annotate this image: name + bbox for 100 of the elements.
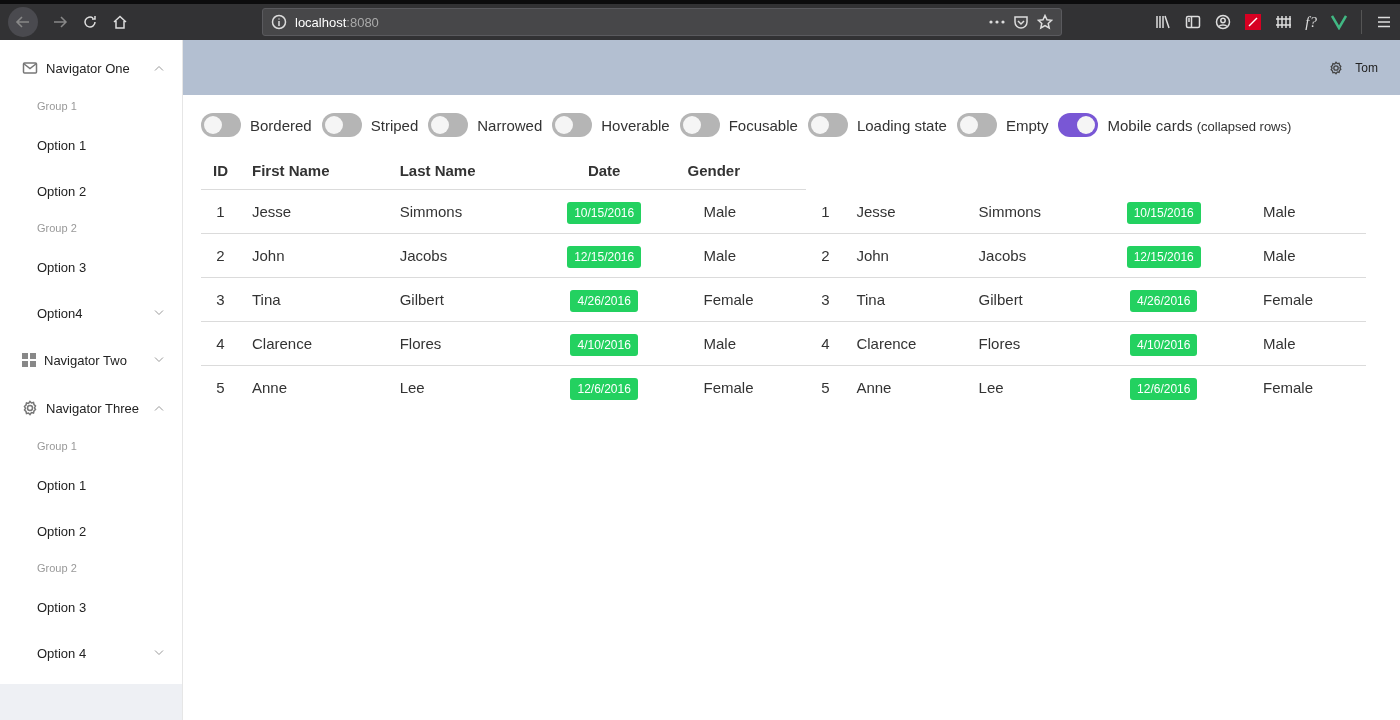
- toggle-label: Empty: [1005, 116, 1049, 134]
- menu-option[interactable]: Option4: [0, 290, 182, 336]
- table-cell: Jacobs: [978, 247, 1027, 264]
- toggle-switch[interactable]: [428, 113, 469, 137]
- table-cell: Jacobs: [399, 247, 448, 264]
- toggle-switch[interactable]: [956, 113, 997, 137]
- forward-arrow-icon[interactable]: [52, 14, 68, 30]
- table-cell: 5: [216, 379, 225, 396]
- toggle-switch[interactable]: [679, 113, 720, 137]
- menu-option[interactable]: Option 3: [0, 584, 182, 630]
- toggle-switch[interactable]: [201, 113, 241, 137]
- menu-option[interactable]: Option 1: [0, 462, 182, 508]
- table-cell: Tina: [856, 291, 886, 308]
- group-label: Group 2: [37, 562, 77, 574]
- info-icon[interactable]: [271, 14, 287, 30]
- account-icon[interactable]: [1215, 14, 1232, 30]
- table-cell: 3: [821, 291, 830, 308]
- table-cell: 5: [821, 379, 830, 396]
- table-cell: 1: [821, 202, 830, 220]
- column-header: ID: [213, 161, 228, 179]
- navigator-item[interactable]: Navigator One: [0, 44, 182, 92]
- table-cell: Anne: [856, 379, 892, 396]
- chevron-logo-icon[interactable]: [1331, 14, 1347, 30]
- home-icon[interactable]: [112, 14, 128, 30]
- table-cell: Flores: [978, 335, 1021, 352]
- star-icon[interactable]: [1037, 14, 1053, 30]
- navigator-item[interactable]: Navigator Three: [0, 384, 182, 432]
- table-cell: Male: [1263, 247, 1296, 264]
- reload-icon[interactable]: [82, 14, 98, 30]
- table-cell: Simmons: [399, 203, 463, 220]
- wand-icon[interactable]: [1245, 14, 1262, 30]
- table-cell: Jesse: [252, 203, 292, 220]
- table-cell: Tina: [252, 291, 281, 308]
- table-cell: Male: [1263, 335, 1296, 352]
- menu-option[interactable]: Option 1: [0, 122, 182, 168]
- date-tag: 10/15/2016: [567, 202, 642, 224]
- date-tag: 12/15/2016: [567, 246, 642, 268]
- date-tag: 12/6/2016: [570, 378, 638, 400]
- date-tag: 12/6/2016: [1130, 378, 1198, 400]
- column-header: Gender: [687, 161, 740, 179]
- table-cell: Clarence: [856, 335, 917, 352]
- table-cell: Female: [703, 379, 754, 396]
- toggle-switch[interactable]: [807, 113, 848, 137]
- menu-option[interactable]: Option 2: [0, 508, 182, 554]
- toggle-switch[interactable]: [1058, 113, 1099, 137]
- gear-icon[interactable]: [22, 400, 38, 416]
- toggle-label: Bordered: [250, 116, 312, 134]
- back-button[interactable]: [8, 7, 38, 37]
- table-cell: Lee: [978, 379, 1004, 396]
- library-icon[interactable]: [1155, 14, 1172, 30]
- toggle-label: Striped: [370, 116, 419, 134]
- table-cell: 2: [216, 247, 225, 264]
- menu-option[interactable]: Option 3: [0, 244, 182, 290]
- group-label: Group 1: [37, 100, 77, 112]
- date-tag: 10/15/2016: [1126, 201, 1201, 224]
- column-header: Last Name: [399, 161, 476, 179]
- column-header: First Name: [252, 161, 330, 179]
- toolbar-text-button[interactable]: f?: [1305, 13, 1317, 31]
- toggle-switch[interactable]: [321, 113, 362, 137]
- table-cell: 4: [821, 335, 830, 352]
- table-cell: Male: [1263, 202, 1296, 220]
- table-cell: 1: [216, 203, 225, 220]
- url-text: localhost:8080: [295, 14, 380, 30]
- table-cell: John: [856, 247, 889, 264]
- toggle-label: Narrowed: [477, 116, 543, 134]
- pocket-icon[interactable]: [1013, 14, 1029, 30]
- toggle-label: Hoverable: [601, 116, 670, 134]
- table-cell: Clarence: [252, 335, 313, 352]
- table-cell: Gilbert: [399, 291, 444, 308]
- toggle-switch[interactable]: [552, 113, 593, 137]
- address-bar[interactable]: localhost:8080: [262, 8, 1062, 36]
- menu-option[interactable]: Option 2: [0, 168, 182, 214]
- more-dots-icon[interactable]: [989, 20, 1005, 24]
- fence-icon[interactable]: [1275, 14, 1292, 30]
- date-tag: 4/10/2016: [1130, 334, 1198, 356]
- grid-icon: [22, 353, 36, 367]
- sidebar-icon[interactable]: [1185, 14, 1202, 30]
- table-cell: Flores: [399, 335, 442, 352]
- table-cell: John: [252, 247, 285, 264]
- toggle-label: Mobile cards (collapsed rows): [1107, 116, 1292, 134]
- group-label: Group 2: [37, 222, 77, 234]
- table-cell: Female: [703, 291, 754, 308]
- group-label: Group 1: [37, 440, 77, 452]
- menu-option[interactable]: Option 4: [0, 630, 182, 676]
- navigator-item[interactable]: Navigator Two: [0, 336, 182, 384]
- column-header: Date: [587, 161, 621, 179]
- toggle-label: Loading state: [856, 116, 947, 134]
- table-cell: 3: [216, 291, 225, 308]
- table-cell: Female: [1263, 291, 1314, 308]
- table-cell: Lee: [399, 379, 425, 396]
- table-cell: Anne: [252, 379, 288, 396]
- table-cell: Male: [703, 247, 736, 264]
- date-tag: 4/26/2016: [570, 290, 638, 312]
- table-cell: 4: [216, 335, 225, 352]
- date-tag: 4/10/2016: [570, 334, 638, 356]
- user-name[interactable]: Tom: [1355, 60, 1378, 75]
- settings-icon[interactable]: [1329, 60, 1344, 75]
- menu-icon[interactable]: [1376, 14, 1392, 30]
- mail-icon[interactable]: [22, 60, 38, 76]
- table-cell: Simmons: [978, 202, 1042, 220]
